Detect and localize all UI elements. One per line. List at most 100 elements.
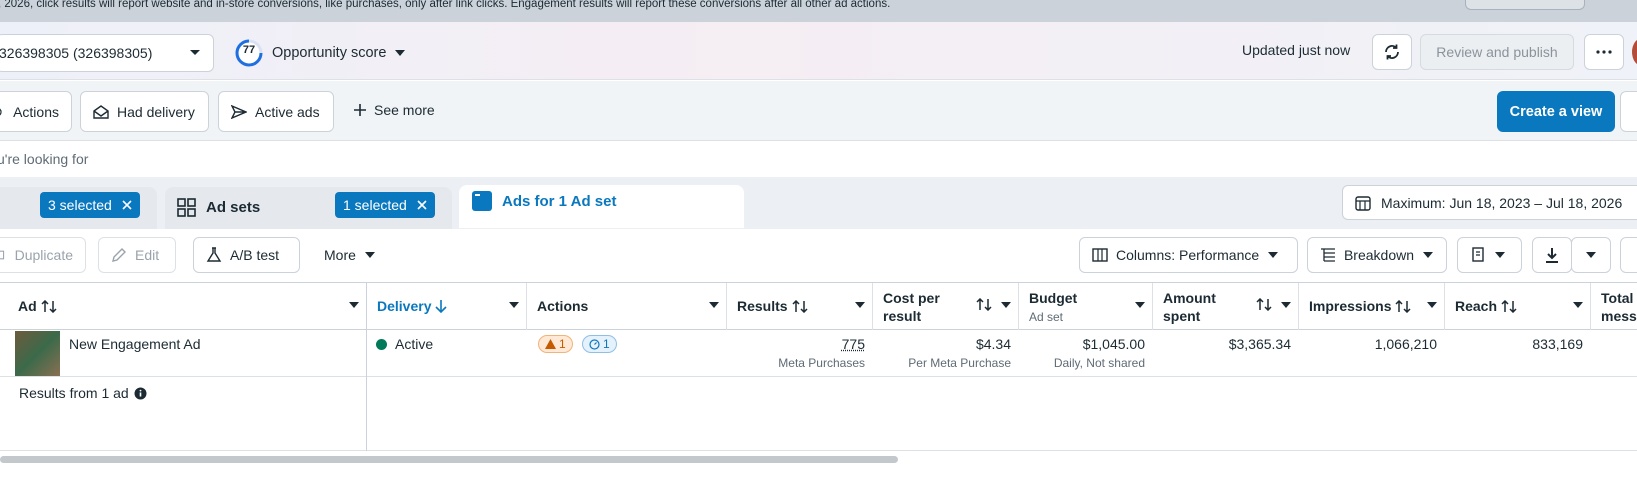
filter-chip-active-ads[interactable]: Active ads bbox=[218, 91, 334, 132]
column-header-impressions[interactable]: Impressions bbox=[1299, 283, 1445, 330]
ad-name-cell[interactable]: New Engagement Ad bbox=[0, 330, 367, 376]
info-icon[interactable] bbox=[134, 387, 147, 400]
chart-button[interactable] bbox=[1620, 237, 1637, 273]
close-icon[interactable] bbox=[122, 200, 132, 210]
column-header-ad[interactable]: Ad bbox=[0, 283, 367, 330]
caret-down-icon bbox=[1585, 251, 1597, 259]
horizontal-scrollbar[interactable] bbox=[0, 456, 898, 463]
filter-label: Had delivery bbox=[117, 104, 195, 120]
date-range-picker[interactable]: Maximum: Jun 18, 2023 – Jul 18, 2026 bbox=[1342, 185, 1637, 220]
opportunity-score[interactable]: 77 Opportunity score bbox=[234, 38, 406, 68]
caret-down-icon bbox=[394, 49, 406, 57]
caret-down-icon[interactable] bbox=[509, 302, 519, 309]
notice-button[interactable] bbox=[1465, 0, 1585, 10]
duplicate-icon bbox=[0, 248, 7, 262]
filter-chip-had-delivery[interactable]: Had delivery bbox=[80, 91, 209, 132]
more-label: More bbox=[324, 247, 356, 263]
export-button[interactable] bbox=[1532, 237, 1572, 273]
grid-icon bbox=[177, 198, 196, 217]
sort-icon bbox=[1395, 300, 1411, 313]
search-bar[interactable]: u're looking for bbox=[0, 141, 1637, 177]
cost-cell: $4.34 Per Meta Purchase bbox=[873, 330, 1019, 376]
recommendation-pill[interactable]: 1 bbox=[582, 335, 617, 353]
search-placeholder[interactable]: u're looking for bbox=[0, 151, 88, 167]
close-icon[interactable] bbox=[417, 200, 427, 210]
ad-name[interactable]: New Engagement Ad bbox=[69, 336, 201, 352]
export-menu-button[interactable] bbox=[1571, 237, 1611, 273]
caret-down-icon[interactable] bbox=[855, 302, 865, 309]
more-options-button[interactable] bbox=[1584, 34, 1624, 70]
table-footer: Results from 1 ad bbox=[0, 377, 1637, 451]
flask-icon bbox=[206, 247, 222, 263]
caret-down-icon[interactable] bbox=[349, 302, 359, 309]
account-selector[interactable]: 326398305 (326398305) bbox=[0, 34, 214, 72]
filter-chip-actions[interactable]: Actions bbox=[0, 91, 72, 132]
delivery-cell: Active bbox=[367, 330, 527, 376]
table-toolbar: Duplicate Edit A/B test More Columns: Pe… bbox=[0, 229, 1637, 283]
results-cell: 775 Meta Purchases bbox=[727, 330, 873, 376]
avatar[interactable] bbox=[1632, 38, 1637, 66]
notice-banner: , 2026, click results will report websit… bbox=[0, 0, 1637, 22]
column-header-actions[interactable]: Actions bbox=[527, 283, 727, 330]
column-header-cost-per-result[interactable]: Cost per result bbox=[873, 283, 1019, 330]
updated-status: Updated just now bbox=[1242, 42, 1350, 58]
header-label: Impressions bbox=[1309, 298, 1411, 314]
columns-label: Columns: Performance bbox=[1116, 247, 1259, 263]
results-summary: Results from 1 ad bbox=[19, 385, 147, 401]
more-button[interactable]: More bbox=[324, 247, 376, 263]
date-range-label: Maximum: Jun 18, 2023 – Jul 18, 2026 bbox=[1381, 195, 1622, 211]
header-label: Results bbox=[737, 298, 808, 314]
column-header-reach[interactable]: Reach bbox=[1445, 283, 1591, 330]
ellipsis-icon bbox=[1596, 50, 1612, 54]
header-label: Reach bbox=[1455, 298, 1517, 314]
filter-bar: Actions Had delivery Active ads See more… bbox=[0, 81, 1637, 141]
account-label: 326398305 (326398305) bbox=[0, 45, 152, 61]
duplicate-button[interactable]: Duplicate bbox=[0, 237, 86, 273]
caret-down-icon bbox=[1494, 251, 1506, 259]
ab-test-button[interactable]: A/B test bbox=[193, 237, 300, 273]
reports-button[interactable] bbox=[1457, 237, 1522, 273]
column-divider bbox=[366, 283, 367, 451]
actions-cell[interactable]: 1 1 bbox=[527, 330, 727, 376]
warning-pill[interactable]: 1 bbox=[538, 335, 573, 353]
plus-icon bbox=[354, 104, 366, 116]
caret-down-icon[interactable] bbox=[1001, 302, 1011, 309]
adsets-selected-badge[interactable]: 1 selected bbox=[335, 192, 435, 218]
edit-label: Edit bbox=[135, 247, 159, 263]
column-header-results[interactable]: Results bbox=[727, 283, 873, 330]
breakdown-button[interactable]: Breakdown bbox=[1307, 237, 1447, 273]
create-view-button[interactable]: Create a view bbox=[1497, 91, 1615, 132]
edit-button[interactable]: Edit bbox=[98, 237, 176, 273]
caret-down-icon[interactable] bbox=[1135, 302, 1145, 309]
column-header-amount-spent[interactable]: Amount spent bbox=[1153, 283, 1299, 330]
table-row[interactable]: New Engagement Ad Active 1 1 775 Meta Pu… bbox=[0, 330, 1637, 377]
campaigns-selected-badge[interactable]: 3 selected bbox=[40, 192, 140, 218]
ads-tab-title[interactable]: Ads for 1 Ad set bbox=[472, 191, 616, 211]
filter-label: Actions bbox=[13, 104, 59, 120]
score-ring-icon: 77 bbox=[234, 38, 264, 68]
sort-icon bbox=[792, 300, 808, 313]
ad-sets-title[interactable]: Ad sets bbox=[177, 198, 260, 217]
column-header-budget[interactable]: Budget Ad set bbox=[1019, 283, 1153, 330]
collapse-button[interactable] bbox=[1620, 91, 1637, 132]
envelope-icon bbox=[93, 105, 109, 119]
columns-button[interactable]: Columns: Performance bbox=[1079, 237, 1298, 273]
caret-down-icon[interactable] bbox=[1281, 302, 1291, 309]
table-header: Ad Delivery Actions Results Cost per resu… bbox=[0, 282, 1637, 330]
caret-down-icon[interactable] bbox=[1427, 302, 1437, 309]
column-header-delivery[interactable]: Delivery bbox=[367, 283, 527, 330]
caret-down-icon[interactable] bbox=[1573, 302, 1583, 309]
see-more-button[interactable]: See more bbox=[354, 102, 435, 118]
header-label: Budget Ad set bbox=[1029, 289, 1077, 326]
header-label: Amount spent bbox=[1163, 289, 1216, 325]
columns-icon bbox=[1092, 248, 1108, 262]
warning-icon bbox=[545, 339, 556, 349]
breakdown-icon bbox=[1320, 248, 1336, 262]
opportunity-label: Opportunity score bbox=[272, 45, 386, 61]
amount-spent-value: $3,365.34 bbox=[1229, 336, 1291, 352]
column-header-total-messaging[interactable]: Totalmessa bbox=[1591, 283, 1637, 330]
header-label: Totalmessa bbox=[1601, 289, 1637, 325]
caret-down-icon[interactable] bbox=[709, 302, 719, 309]
refresh-button[interactable] bbox=[1372, 34, 1412, 70]
review-publish-button[interactable]: Review and publish bbox=[1420, 34, 1574, 70]
